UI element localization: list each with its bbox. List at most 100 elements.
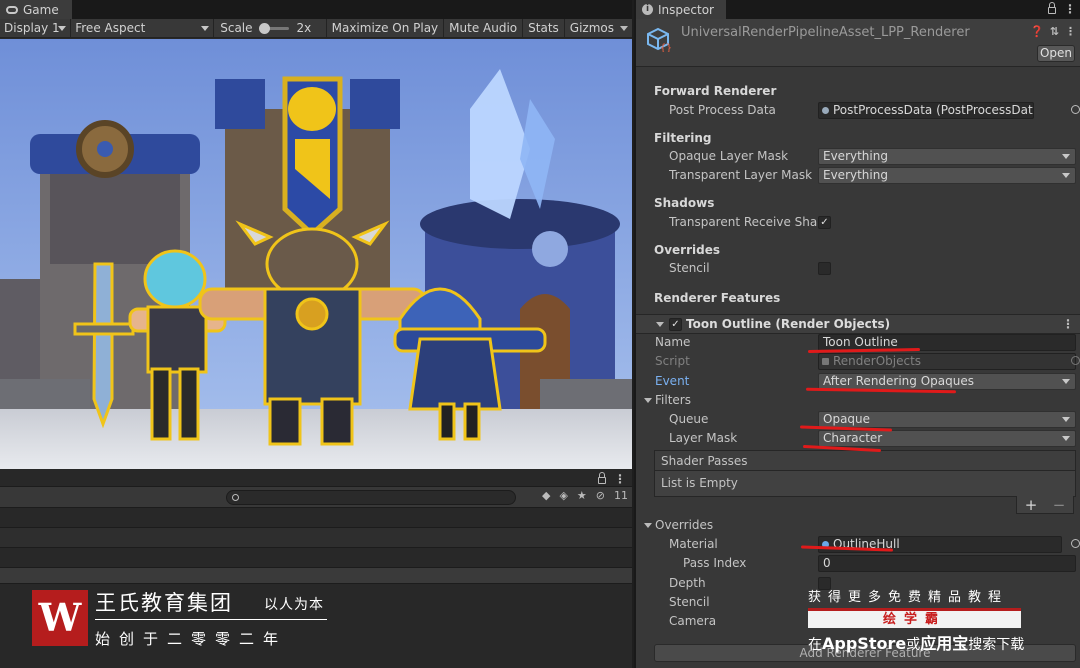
paint-bucket-icon[interactable]: ◆ [542,489,550,502]
object-picker-icon[interactable] [1071,105,1080,114]
render-pipeline-asset-icon: {} [647,27,671,52]
tab-inspector[interactable]: i Inspector [636,0,726,19]
game-toolbar: Display 1 Free Aspect Scale 2x Maximize … [0,18,632,38]
hidden-count: 11 [614,489,628,502]
lock-icon[interactable] [1048,2,1056,14]
star-icon[interactable]: ★ [577,489,587,502]
list-add-button[interactable]: + [1025,496,1038,514]
tab-game-label: Game [23,2,59,17]
watermark-download-prefix: 在 [808,637,822,653]
list-remove-button[interactable]: − [1053,496,1066,514]
depth-label: Depth [669,576,706,590]
receive-shadows-checkbox[interactable]: ✓ [818,216,831,229]
scale-label: Scale [220,21,253,35]
open-button[interactable]: Open [1037,45,1075,62]
transparent-layer-value: Everything [823,168,888,182]
display-dropdown-label: Display 1 [4,21,60,35]
gizmos-dropdown[interactable]: Gizmos [563,18,632,38]
pass-index-input[interactable]: 0 [818,555,1076,572]
watermark-download-mid: 或 [906,637,921,653]
shadows-header: Shadows [654,195,715,210]
feature-enabled-checkbox[interactable]: ✓ [669,318,682,331]
eye-hidden-icon[interactable]: ⊘ [596,489,605,502]
aspect-dropdown[interactable]: Free Aspect [71,18,215,38]
scale-slider[interactable] [258,22,289,34]
stencil-label: Stencil [669,261,710,275]
opaque-layer-dropdown[interactable]: Everything [818,148,1076,165]
watermark-motto: 以人为本 [264,597,324,613]
lock-icon[interactable] [598,472,606,484]
console-search-input[interactable] [226,490,516,505]
post-process-value: PostProcessData (PostProcessData) [833,103,1034,117]
game-scene-render [0,39,632,469]
feature-title: Toon Outline (Render Objects) [686,317,891,331]
object-picker-icon[interactable] [1071,539,1080,548]
settings-icon[interactable]: ⇅ [1050,25,1059,38]
layer-mask-dropdown[interactable]: Character [818,430,1076,447]
stats-label: Stats [528,21,559,35]
kebab-menu-icon[interactable]: ⋮ [1064,2,1076,16]
gizmos-label: Gizmos [569,21,614,35]
foldout-arrow-icon[interactable] [644,523,652,528]
stats-button[interactable]: Stats [522,18,564,38]
search-icon [232,494,239,501]
feature-script-row: Script RenderObjects [636,352,1080,371]
feature-overrides-header: Overrides [655,518,714,532]
help-icon[interactable]: ❓ [1030,25,1044,38]
toon-outline-feature-bar[interactable]: ✓ Toon Outline (Render Objects) ⋮ [636,314,1080,334]
post-process-row: Post Process Data PostProcessData (PostP… [636,101,1080,120]
foldout-arrow-icon[interactable] [644,398,652,403]
watermark-download-suffix: 搜索下载 [968,637,1025,653]
stencil-row: Stencil [636,259,1080,278]
kebab-menu-icon[interactable]: ⋮ [614,472,626,486]
chevron-down-icon [201,25,210,31]
gamepad-icon [6,5,18,14]
watermark-divider [95,619,327,620]
tab-game[interactable]: Game [0,0,72,19]
game-viewport[interactable] [0,39,632,469]
material-field[interactable]: OutlineHull [818,536,1062,553]
feature-name-label: Name [655,335,691,349]
scale-slider-knob[interactable] [258,22,270,34]
feature-stencil-label: Stencil [669,595,710,609]
chevron-down-icon [58,25,67,31]
shader-passes-empty: List is Empty [655,471,1075,496]
layer-mask-row: Layer Mask Character [636,429,1080,448]
scale-control: Scale 2x [214,19,325,38]
feature-event-dropdown[interactable]: After Rendering Opaques [818,373,1076,390]
inspector-panel: i Inspector ⋮ {} UniversalRenderPipeline… [634,0,1080,668]
console-row[interactable] [0,508,632,528]
mute-audio-button[interactable]: Mute Audio [443,18,522,38]
console-row[interactable] [0,568,632,584]
wang-logo-letter: W [38,595,82,640]
opaque-layer-row: Opaque Layer Mask Everything [636,147,1080,166]
tag-icon[interactable]: ◈ [559,489,567,502]
feature-event-label: Event [655,374,690,388]
overrides-foldout-row[interactable]: Overrides [636,516,1080,535]
opaque-layer-label: Opaque Layer Mask [669,149,789,163]
filters-foldout-row[interactable]: Filters [636,391,1080,410]
feature-name-value: Toon Outline [823,335,898,349]
queue-dropdown[interactable]: Opaque [818,411,1076,428]
opaque-layer-value: Everything [823,149,888,163]
object-picker-icon [1071,356,1080,365]
maximize-on-play-button[interactable]: Maximize On Play [325,18,444,38]
queue-row: Queue Opaque [636,410,1080,429]
game-panel: Game Display 1 Free Aspect Scale 2x Maxi… [0,0,632,668]
stencil-checkbox[interactable] [818,262,831,275]
kebab-menu-icon[interactable]: ⋮ [1062,317,1074,331]
feature-script-value: RenderObjects [833,354,922,368]
kebab-menu-icon[interactable]: ⋮ [1065,25,1076,38]
info-icon: i [642,4,653,15]
scale-value: 2x [296,21,312,35]
inspector-header: {} UniversalRenderPipelineAsset_LPP_Rend… [636,19,1080,67]
foldout-arrow-icon[interactable] [656,322,664,327]
camera-label: Camera [669,614,717,628]
post-process-field[interactable]: PostProcessData (PostProcessData) [818,102,1034,119]
layer-mask-value: Character [823,431,883,445]
display-dropdown[interactable]: Display 1 [0,18,72,38]
material-label: Material [669,537,718,551]
console-row[interactable] [0,548,632,568]
transparent-layer-dropdown[interactable]: Everything [818,167,1076,184]
console-row[interactable] [0,528,632,548]
